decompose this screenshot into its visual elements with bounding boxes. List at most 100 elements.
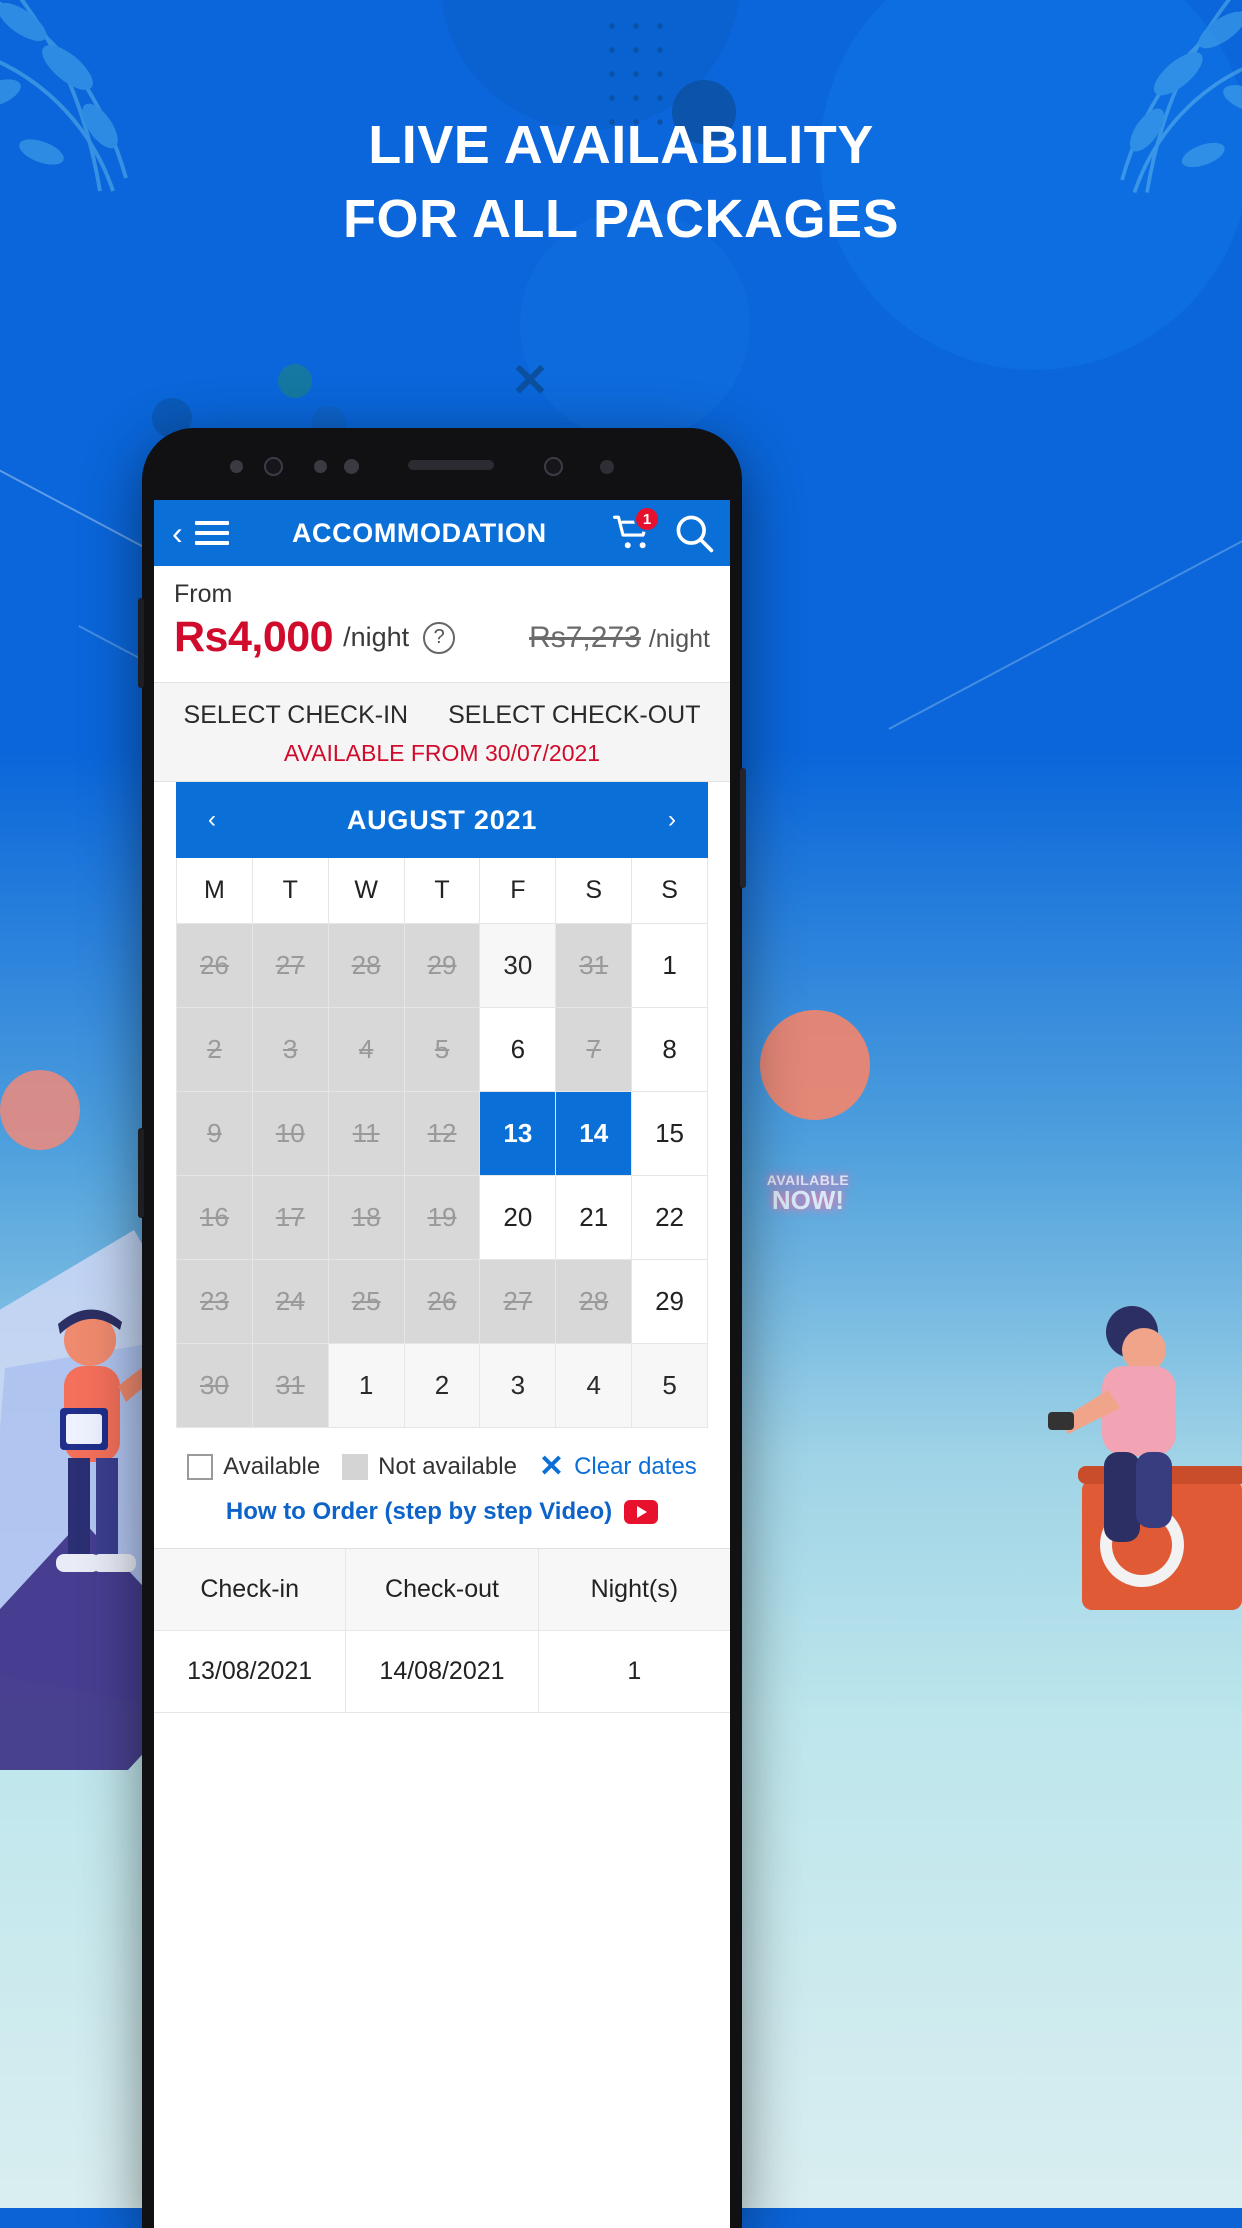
front-camera-icon	[544, 457, 563, 476]
calendar-day-unavailable: 31	[252, 1344, 329, 1428]
person-illustration	[1048, 1306, 1242, 1610]
calendar-day-unavailable: 28	[328, 924, 405, 1008]
calendar-day[interactable]: 8	[632, 1008, 708, 1092]
summary-value-cell: 14/08/2021	[346, 1631, 539, 1713]
calendar-day[interactable]: 1	[328, 1344, 405, 1428]
original-price-unit: /night	[648, 624, 710, 653]
calendar-day[interactable]: 5	[632, 1344, 708, 1428]
power-button[interactable]	[740, 768, 746, 888]
diagonal-line-decoration	[888, 512, 1242, 730]
close-icon: ✕	[538, 1450, 565, 1483]
calendar-day[interactable]: 15	[632, 1092, 708, 1176]
how-to-order-link[interactable]: How to Order (step by step Video)	[154, 1488, 730, 1548]
calendar-weekday: F	[480, 858, 557, 924]
price-from-label: From	[174, 580, 233, 608]
sensor-icon	[314, 460, 327, 473]
x-decoration-icon: ✕	[510, 354, 550, 406]
hamburger-menu-icon[interactable]	[194, 519, 229, 547]
cart-count-badge: 1	[634, 506, 660, 532]
search-icon	[676, 515, 714, 553]
sensor-icon	[600, 460, 614, 474]
calendar-day[interactable]: 2	[404, 1344, 481, 1428]
clear-dates-button[interactable]: ✕ Clear dates	[539, 1452, 697, 1482]
calendar-day[interactable]: 29	[632, 1260, 708, 1344]
earpiece-speaker	[408, 460, 494, 470]
legend-not-available-label: Not available	[378, 1453, 517, 1480]
table-footer-space	[154, 1713, 730, 1773]
original-price-amount: Rs7,273	[529, 620, 641, 654]
available-swatch-icon	[187, 1454, 214, 1480]
calendar-month-label: AUGUST 2021	[346, 804, 538, 835]
volume-down-button[interactable]	[138, 1128, 144, 1218]
volume-up-button[interactable]	[138, 598, 144, 688]
cart-button[interactable]: 1	[610, 506, 660, 554]
calendar-weekday-row: MTWTFSS	[176, 858, 708, 924]
calendar-day[interactable]: 6	[480, 1008, 557, 1092]
calendar-day[interactable]: 1	[632, 924, 708, 1008]
calendar-weekday: S	[632, 858, 708, 924]
hero-line-1: LIVE AVAILABILITY	[368, 115, 874, 175]
summary-header-cell: Check-in	[154, 1549, 347, 1631]
legend-available: Available	[187, 1453, 320, 1481]
prev-month-icon[interactable]: ‹	[194, 806, 230, 834]
calendar-day-unavailable: 24	[252, 1260, 329, 1344]
calendar-day-unavailable: 23	[177, 1260, 253, 1344]
calendar-day-unavailable: 11	[328, 1092, 405, 1176]
available-now-neon-label: AVAILABLE NOW!	[766, 1172, 850, 1215]
calendar-day[interactable]: 3	[480, 1344, 557, 1428]
calendar-day-unavailable: 18	[328, 1176, 405, 1260]
price-section: From Rs4,000 /night ? Rs7,273 /night	[154, 566, 730, 672]
phone-mockup: ‹ ACCOMMODATION 1 From Rs4,000 /night ? …	[138, 428, 746, 2228]
clear-dates-label: Clear dates	[574, 1453, 697, 1480]
table-row: 13/08/2021 14/08/2021 1	[154, 1631, 730, 1713]
how-to-order-label: How to Order (step by step Video)	[225, 1498, 613, 1525]
calendar-header: ‹ AUGUST 2021 ›	[176, 782, 708, 858]
calendar-weekday: M	[177, 858, 253, 924]
date-select-bar: SELECT CHECK-IN SELECT CHECK-OUT AVAILAB…	[154, 682, 730, 782]
calendar-day-unavailable: 29	[404, 924, 481, 1008]
original-price-group: Rs7,273 /night	[529, 621, 710, 655]
calendar-day-unavailable: 25	[328, 1260, 405, 1344]
calendar-day[interactable]: 20	[480, 1176, 557, 1260]
select-checkin-label[interactable]: SELECT CHECK-IN	[184, 701, 409, 730]
background-circle	[760, 1010, 870, 1120]
calendar-day[interactable]: 30	[480, 924, 557, 1008]
calendar-day-selected[interactable]: 14	[556, 1092, 633, 1176]
not-available-swatch-icon	[342, 1454, 369, 1480]
booking-summary-table: Check-in Check-out Night(s) 13/08/2021 14/0…	[154, 1548, 730, 1773]
help-icon[interactable]: ?	[423, 621, 456, 654]
calendar: ‹ AUGUST 2021 › MTWTFSS 26 27 28 29 30 31 1 2 3 4…	[154, 782, 730, 1428]
search-button[interactable]	[672, 511, 716, 555]
calendar-weekday: T	[252, 858, 329, 924]
calendar-day[interactable]: 22	[632, 1176, 708, 1260]
calendar-day-grid[interactable]: 26 27 28 29 30 31 1 2 3 4 5 6 7 8 9 10 11 12 13 14 15 16 17 18 1…	[176, 924, 708, 1428]
calendar-day-unavailable: 7	[556, 1008, 633, 1092]
calendar-day-unavailable: 19	[404, 1176, 481, 1260]
calendar-day-unavailable: 10	[252, 1092, 329, 1176]
front-camera-icon	[264, 457, 283, 476]
calendar-day[interactable]: 21	[556, 1176, 633, 1260]
back-icon[interactable]: ‹	[168, 517, 187, 549]
calendar-day-unavailable: 27	[252, 924, 329, 1008]
price-row: Rs4,000 /night ? Rs7,273 /night	[174, 613, 710, 662]
youtube-icon	[624, 1500, 659, 1524]
price-amount: Rs4,000	[174, 613, 334, 661]
sensor-icon	[344, 459, 359, 474]
calendar-weekday: W	[328, 858, 405, 924]
select-checkout-label[interactable]: SELECT CHECK-OUT	[448, 701, 700, 730]
calendar-day-unavailable: 9	[177, 1092, 253, 1176]
table-header-row: Check-in Check-out Night(s)	[154, 1549, 730, 1631]
app-header: ‹ ACCOMMODATION 1	[154, 500, 730, 566]
next-month-icon[interactable]: ›	[654, 806, 690, 834]
summary-value-cell: 1	[538, 1631, 730, 1713]
calendar-day[interactable]: 4	[556, 1344, 633, 1428]
price-unit: /night	[343, 622, 410, 652]
app-screen: ‹ ACCOMMODATION 1 From Rs4,000 /night ? …	[154, 500, 730, 2228]
calendar-day-unavailable: 4	[328, 1008, 405, 1092]
background-circle	[0, 1070, 80, 1150]
calendar-day-selected[interactable]: 13	[480, 1092, 557, 1176]
calendar-day-unavailable: 2	[177, 1008, 253, 1092]
calendar-day-unavailable: 30	[177, 1344, 253, 1428]
calendar-day-unavailable: 27	[480, 1260, 557, 1344]
sensor-icon	[230, 460, 243, 473]
